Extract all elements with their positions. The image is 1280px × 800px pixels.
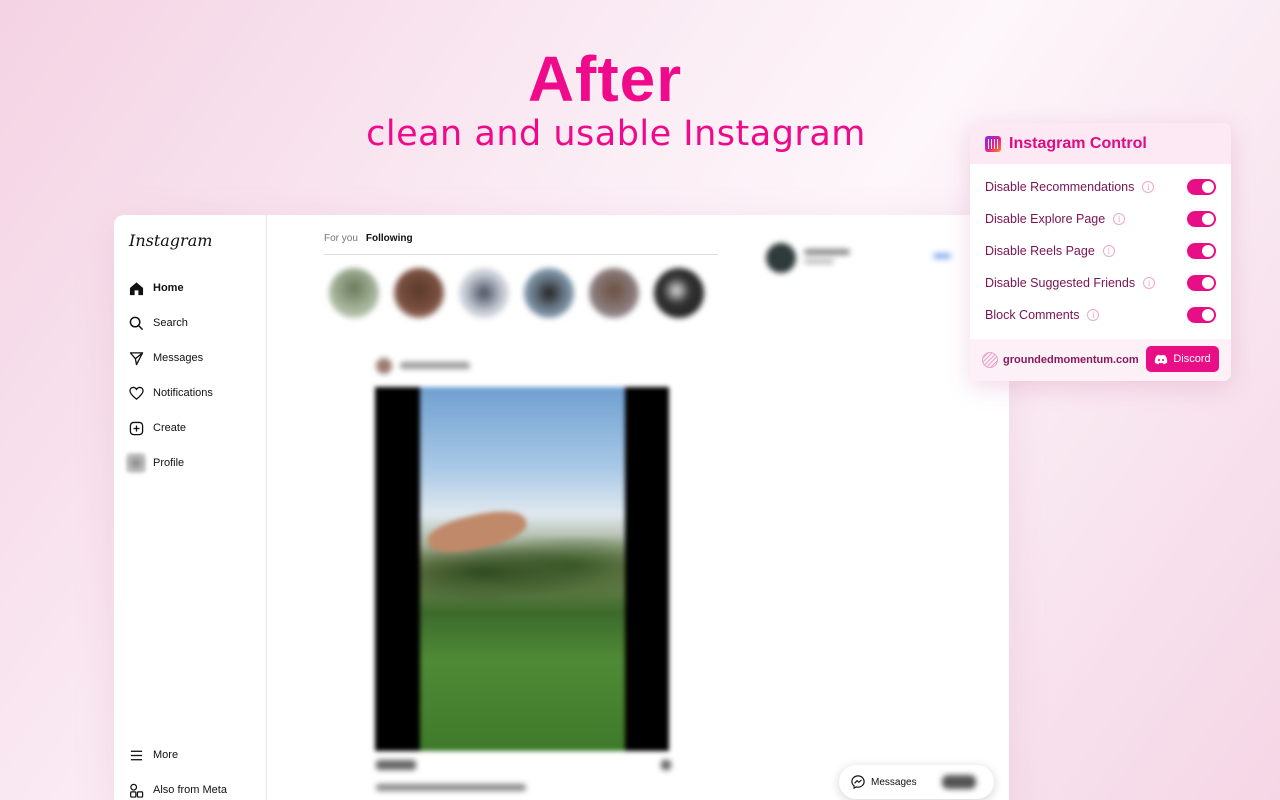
- meta-apps-icon: [128, 782, 144, 798]
- heart-icon: [128, 385, 144, 401]
- extension-popup: Instagram Control Disable Recommendation…: [970, 123, 1231, 381]
- feed-tabs: For you Following: [324, 233, 718, 255]
- nav-label-home: Home: [153, 282, 184, 294]
- extension-footer: groundedmomentum.com Discord: [970, 339, 1231, 381]
- tab-following[interactable]: Following: [366, 233, 413, 254]
- post-caption: [376, 784, 526, 791]
- option-label: Disable Recommendations: [985, 180, 1135, 194]
- option-label: Block Comments: [985, 308, 1080, 322]
- post-actions[interactable]: [376, 760, 416, 770]
- extension-title: Instagram Control: [1009, 134, 1147, 152]
- option-block-comments: Block Comments i: [985, 305, 1216, 325]
- instagram-sidebar: Instagram Home Search Messages Notificat…: [114, 215, 267, 800]
- instagram-window: Instagram Home Search Messages Notificat…: [114, 215, 1009, 800]
- post-media[interactable]: [375, 387, 669, 751]
- info-icon[interactable]: i: [1143, 277, 1156, 289]
- nav-label-create: Create: [153, 422, 187, 434]
- option-disable-reels-page: Disable Reels Page i: [985, 241, 1216, 261]
- discord-button-label: Discord: [1173, 353, 1211, 365]
- plus-square-icon: [128, 420, 144, 436]
- info-icon[interactable]: i: [1142, 181, 1155, 193]
- toggle-disable-suggested-friends[interactable]: [1187, 275, 1216, 291]
- post-author-name[interactable]: [400, 362, 470, 369]
- toggle-disable-recommendations[interactable]: [1187, 179, 1216, 195]
- nav-label-messages: Messages: [153, 352, 204, 364]
- option-label: Disable Explore Page: [985, 212, 1106, 226]
- nav-item-messages[interactable]: Messages: [128, 348, 203, 368]
- hero-title: After: [527, 43, 683, 115]
- option-label: Disable Reels Page: [985, 244, 1095, 258]
- discord-button[interactable]: Discord: [1146, 346, 1219, 372]
- option-disable-explore-page: Disable Explore Page i: [985, 209, 1216, 229]
- info-icon[interactable]: i: [1087, 309, 1100, 321]
- nav-item-also-from-meta[interactable]: Also from Meta: [128, 780, 227, 800]
- home-icon: [128, 280, 144, 296]
- suggested-account: [766, 243, 951, 273]
- nav-label-notifications: Notifications: [153, 387, 213, 399]
- toggle-block-comments[interactable]: [1187, 307, 1216, 323]
- toggle-disable-explore-page[interactable]: [1187, 211, 1216, 227]
- nav-label-more: More: [153, 749, 179, 761]
- story-avatar[interactable]: [654, 268, 704, 318]
- post-header: [376, 358, 666, 374]
- nav-item-profile[interactable]: Profile: [126, 453, 185, 473]
- switch-link[interactable]: [933, 253, 951, 259]
- story-avatar[interactable]: [394, 268, 444, 318]
- menu-icon: [128, 747, 144, 763]
- story-avatar[interactable]: [524, 268, 574, 318]
- nav-item-home[interactable]: Home: [128, 278, 184, 298]
- toggle-disable-reels-page[interactable]: [1187, 243, 1216, 259]
- nav-item-more[interactable]: More: [128, 745, 178, 765]
- option-disable-suggested-friends: Disable Suggested Friends i: [985, 273, 1216, 293]
- messages-pill[interactable]: Messages: [839, 765, 994, 799]
- messenger-icon: [851, 775, 865, 789]
- discord-icon: [1154, 354, 1168, 365]
- info-icon[interactable]: i: [1113, 213, 1126, 225]
- story-avatar[interactable]: [589, 268, 639, 318]
- website-link[interactable]: groundedmomentum.com: [982, 352, 1139, 368]
- info-icon[interactable]: i: [1102, 245, 1115, 257]
- nav-item-notifications[interactable]: Notifications: [128, 383, 213, 403]
- avatar: [126, 453, 146, 473]
- nav-label-search: Search: [153, 317, 188, 329]
- nav-label-profile: Profile: [153, 457, 185, 469]
- instagram-logo[interactable]: Instagram: [129, 231, 212, 250]
- stories-row: [329, 268, 704, 318]
- search-icon: [128, 315, 144, 331]
- extension-header: Instagram Control: [970, 123, 1231, 164]
- option-disable-recommendations: Disable Recommendations i: [985, 177, 1216, 197]
- website-link-label: groundedmomentum.com: [1003, 354, 1139, 366]
- messages-pill-label: Messages: [871, 776, 917, 788]
- nav-item-create[interactable]: Create: [128, 418, 186, 438]
- tab-for-you[interactable]: For you: [324, 233, 358, 254]
- send-icon: [128, 350, 144, 366]
- bookmark-icon[interactable]: [661, 760, 671, 770]
- story-avatar[interactable]: [329, 268, 379, 318]
- post-author-avatar[interactable]: [376, 358, 392, 374]
- site-logo-icon: [982, 352, 998, 368]
- suggested-avatar[interactable]: [766, 243, 796, 273]
- nav-item-search[interactable]: Search: [128, 313, 188, 333]
- option-label: Disable Suggested Friends: [985, 276, 1136, 290]
- post-footer: [376, 760, 671, 800]
- nav-label-also-from-meta: Also from Meta: [153, 784, 227, 796]
- story-avatar[interactable]: [459, 268, 509, 318]
- extension-logo-icon: [985, 135, 1001, 152]
